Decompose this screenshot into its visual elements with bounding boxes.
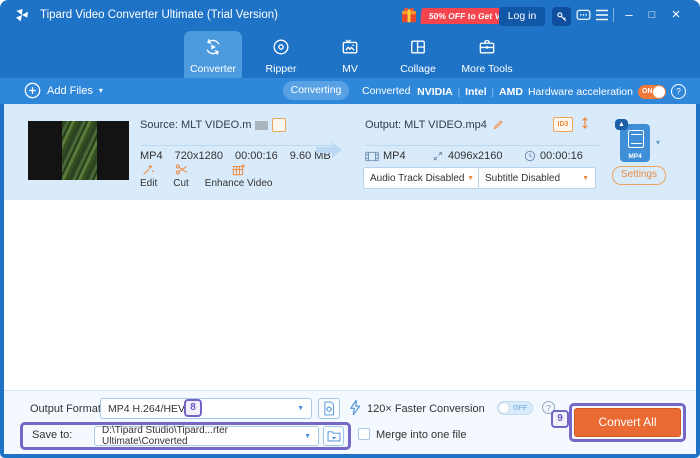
cut-button[interactable]: Cut — [173, 162, 189, 189]
output-file-name: Output: MLT VIDEO.mp4 — [365, 118, 505, 131]
enhance-video-icon — [232, 163, 246, 176]
tab-more-tools[interactable]: More Tools — [452, 31, 522, 78]
hw-accel-toggle[interactable]: ON — [638, 84, 666, 99]
output-format-dropdown[interactable]: MP4 H.264/HEVC ▼ — [100, 398, 312, 419]
format-settings-button[interactable] — [318, 398, 340, 419]
source-resolution: 720x1280 — [174, 150, 223, 162]
toolbox-icon — [476, 37, 498, 57]
merge-label: Merge into one file — [376, 429, 467, 441]
source-file-name: Source: MLT VIDEO.m — [140, 118, 287, 132]
login-button[interactable]: Log in — [499, 7, 545, 26]
action-toolbar: Add Files ▾ Converting Converted NVIDIA … — [0, 78, 700, 104]
titlebar-separator — [613, 8, 614, 22]
collage-grid-icon — [407, 37, 429, 57]
output-profile-button[interactable]: ▲ MP4 — [615, 119, 650, 162]
scissors-icon — [175, 164, 187, 175]
audio-track-dropdown[interactable]: Audio Track Disabled ▼ — [363, 167, 481, 189]
tab-mv[interactable]: MV — [321, 31, 379, 78]
file-list-empty-area — [4, 200, 696, 390]
dropdown-arrow-icon: ▼ — [304, 432, 311, 440]
mv-tv-icon — [339, 37, 361, 57]
source-format: MP4 — [140, 150, 163, 162]
file-item-row: Source: MLT VIDEO.m MP4 720x1280 00:00:1… — [4, 104, 696, 200]
media-info-icon[interactable] — [272, 118, 287, 132]
settings-button[interactable]: Settings — [612, 166, 666, 185]
brand-nvidia: NVIDIA — [417, 85, 453, 98]
dropdown-arrow-icon: ▼ — [467, 174, 474, 182]
tab-ripper[interactable]: Ripper — [252, 31, 310, 78]
output-meta: MP4 4096x2160 00:00:16 — [365, 150, 583, 162]
save-to-dropdown[interactable]: D:\Tipard Studio\Tipard...rter Ultimate\… — [94, 425, 319, 447]
profile-caret-icon[interactable]: ▾ — [656, 138, 660, 147]
key-icon — [557, 12, 567, 22]
converter-icon — [202, 37, 224, 57]
feedback-icon[interactable] — [575, 7, 592, 24]
plus-circle-icon — [24, 82, 41, 99]
id3-edit-button[interactable]: ID3 — [553, 117, 573, 132]
dropdown-arrow-icon: ▼ — [582, 174, 589, 182]
register-key-button[interactable] — [552, 7, 571, 26]
source-divider — [140, 145, 336, 146]
bottom-bar: Output Format: MP4 H.264/HEVC ▼ 8 120× F… — [4, 390, 696, 454]
edit-button[interactable]: Edit — [140, 162, 157, 189]
tab-collage[interactable]: Collage — [389, 31, 447, 78]
merge-checkbox[interactable] — [358, 428, 370, 440]
gift-icon[interactable] — [399, 5, 419, 25]
censored-text — [255, 120, 269, 130]
add-files-button[interactable]: Add Files ▾ — [24, 82, 103, 99]
dropdown-arrow-icon: ▼ — [297, 405, 304, 412]
source-duration: 00:00:16 — [234, 150, 278, 162]
output-format-label: Output Format: — [30, 403, 104, 415]
resolution-expand-icon — [433, 151, 443, 161]
profile-settings-icon — [324, 401, 334, 416]
faster-conversion-toggle[interactable]: OFF — [497, 401, 533, 415]
app-window: Tipard Video Converter Ultimate (Trial V… — [0, 0, 700, 458]
output-divider — [365, 145, 599, 146]
annotation-badge-8: 8 — [184, 399, 202, 417]
edit-wand-icon — [143, 164, 155, 175]
maximize-button[interactable]: □ — [643, 6, 661, 24]
clock-icon — [524, 150, 536, 162]
convert-direction-arrow-icon — [314, 138, 344, 162]
move-updown-icon[interactable] — [578, 115, 592, 131]
tab-converter[interactable]: Converter — [184, 31, 242, 78]
source-meta: MP4 720x1280 00:00:16 9.60 MB — [140, 150, 331, 162]
output-duration: 00:00:16 — [540, 150, 583, 162]
caret-down-icon: ▾ — [98, 86, 103, 95]
brand-amd: AMD — [499, 85, 523, 98]
video-thumbnail[interactable] — [28, 121, 129, 180]
menu-icon[interactable] — [595, 9, 609, 21]
annotation-badge-9: 9 — [551, 410, 569, 428]
hw-accel-label: Hardware acceleration — [527, 85, 633, 98]
title-bar: Tipard Video Converter Ultimate (Trial V… — [0, 0, 700, 30]
rename-pencil-icon[interactable] — [492, 118, 505, 131]
hardware-acceleration-zone: NVIDIA | Intel | AMD Hardware accelerati… — [417, 82, 686, 101]
film-icon — [365, 151, 379, 161]
window-title: Tipard Video Converter Ultimate (Trial V… — [40, 9, 278, 21]
hw-accel-help-icon[interactable]: ? — [671, 84, 686, 99]
convert-all-button[interactable]: Convert All — [574, 408, 681, 437]
save-to-label: Save to: — [32, 429, 73, 441]
browse-folder-button[interactable] — [323, 426, 344, 446]
converting-tab[interactable]: Converting — [283, 81, 349, 100]
folder-icon — [327, 431, 340, 442]
profile-film-icon — [628, 130, 644, 148]
faster-conversion-label: 120× Faster Conversion — [367, 403, 485, 415]
file-actions: Edit Cut Enhance Video — [140, 162, 272, 189]
brand-intel: Intel — [465, 85, 487, 98]
tipard-logo-icon — [12, 6, 32, 24]
subtitle-dropdown[interactable]: Subtitle Disabled ▼ — [478, 167, 596, 189]
converted-tab[interactable]: Converted — [362, 85, 410, 97]
profile-badge-icon: ▲ — [615, 119, 628, 130]
ripper-disc-icon — [270, 37, 292, 57]
lightning-icon — [348, 399, 362, 416]
output-resolution: 4096x2160 — [448, 150, 503, 162]
close-button[interactable]: × — [667, 6, 685, 24]
enhance-video-button[interactable]: Enhance Video — [205, 162, 272, 189]
minimize-button[interactable]: – — [620, 6, 638, 24]
feature-tab-bar: Converter Ripper MV Collage More Tools — [0, 30, 700, 78]
output-format: MP4 — [383, 150, 406, 162]
